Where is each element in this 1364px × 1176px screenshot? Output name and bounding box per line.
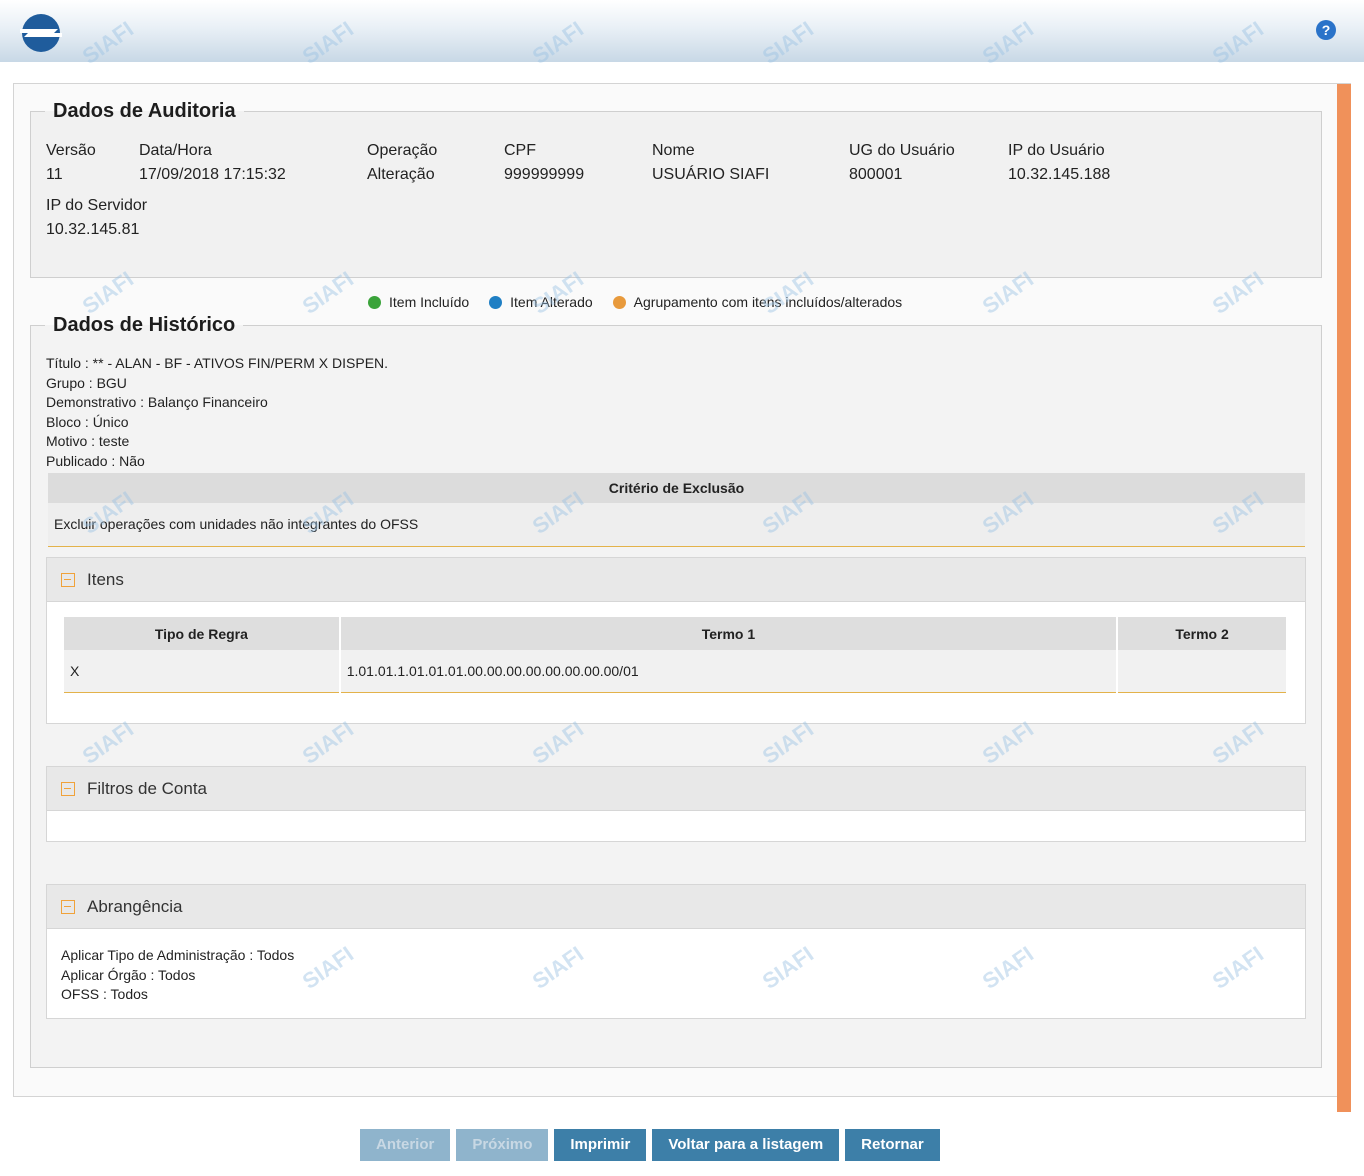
filtros-title: Filtros de Conta: [87, 778, 207, 798]
auditoria-title: Dados de Auditoria: [53, 100, 236, 122]
legend-item-agrupamento: Agrupamento com itens incluídos/alterado…: [612, 294, 903, 310]
abrangencia-line: Aplicar Órgão : Todos: [61, 966, 196, 983]
auditoria-section: Dados de Auditoria: [30, 100, 1322, 278]
field-label: Data/Hora: [139, 142, 212, 159]
table-cell: 1.01.01.1.01.01.01.00.00.00.00.00.00.00.…: [339, 650, 1119, 693]
status-legend: Item Incluído Item Alterado Agrupamento …: [368, 294, 916, 310]
field-versao: Versão 11: [46, 139, 96, 187]
proximo-button[interactable]: Próximo: [456, 1129, 549, 1161]
itens-panel-header[interactable]: Itens: [47, 558, 1305, 602]
column-header: Termo 2: [1117, 617, 1288, 650]
historico-meta: Título : ** - ALAN - BF - ATIVOS FIN/PER…: [46, 354, 388, 472]
collapse-icon[interactable]: [61, 572, 75, 587]
field-value: 11: [46, 166, 63, 183]
legend-item-incluido: Item Incluído: [368, 294, 469, 310]
imprimir-button[interactable]: Imprimir: [554, 1129, 647, 1161]
collapse-icon[interactable]: [61, 781, 75, 796]
meta-grupo: Grupo : BGU: [46, 374, 127, 391]
retornar-button[interactable]: Retornar: [845, 1129, 940, 1161]
field-ug-usuario: UG do Usuário 800001: [849, 139, 955, 187]
field-ip-usuario: IP do Usuário 10.32.145.188: [1008, 139, 1110, 187]
table-header-row: Tipo de Regra Termo 1 Termo 2: [64, 617, 1288, 650]
column-header: Termo 1: [339, 617, 1119, 650]
table-row: X 1.01.01.1.01.01.01.00.00.00.00.00.00.0…: [64, 650, 1288, 693]
field-label: Operação: [367, 142, 438, 159]
field-value: Alteração: [367, 166, 435, 183]
field-operacao: Operação Alteração: [367, 139, 437, 187]
filtros-panel-header[interactable]: Filtros de Conta: [47, 767, 1305, 811]
blue-dot-icon: [489, 295, 503, 309]
field-cpf: CPF 999999999: [504, 139, 584, 187]
criterio-header: Critério de Exclusão: [48, 473, 1305, 503]
field-label: IP do Usuário: [1008, 142, 1105, 159]
column-header: Tipo de Regra: [64, 617, 341, 650]
field-data-hora: Data/Hora 17/09/2018 17:15:32: [139, 139, 286, 187]
filtros-panel: Filtros de Conta: [46, 766, 1306, 842]
abrangencia-title: Abrangência: [87, 896, 183, 916]
abrangencia-panel-header[interactable]: Abrangência: [47, 885, 1305, 929]
field-label: IP do Servidor: [46, 197, 148, 214]
table-cell: [1117, 650, 1288, 693]
collapse-icon[interactable]: [61, 899, 75, 914]
meta-titulo: Título : ** - ALAN - BF - ATIVOS FIN/PER…: [46, 355, 389, 371]
scrollbar[interactable]: [1337, 84, 1351, 1112]
abrangencia-line: OFSS : Todos: [61, 986, 148, 1003]
abrangencia-line: Aplicar Tipo de Administração : Todos: [61, 947, 295, 963]
green-dot-icon: [368, 295, 381, 309]
top-bar: ?: [0, 0, 1364, 62]
legend-label: Agrupamento com itens incluídos/alterado…: [633, 294, 903, 310]
legend-label: Item Alterado: [510, 294, 593, 310]
field-label: Nome: [652, 142, 695, 159]
siafi-logo-icon: [20, 14, 62, 52]
action-bar: Anterior Próximo Imprimir Voltar para a …: [360, 1129, 940, 1161]
table-cell: X: [64, 650, 341, 693]
field-value: 10.32.145.81: [46, 221, 140, 238]
criterio-value: Excluir operações com unidades não integ…: [48, 503, 1305, 547]
field-value: 10.32.145.188: [1008, 166, 1111, 183]
itens-title: Itens: [87, 569, 124, 589]
field-label: Versão: [46, 142, 96, 159]
anterior-button[interactable]: Anterior: [360, 1129, 451, 1161]
help-icon[interactable]: ?: [1316, 20, 1336, 40]
voltar-listagem-button[interactable]: Voltar para a listagem: [652, 1129, 840, 1161]
field-value: 17/09/2018 17:15:32: [139, 166, 286, 183]
meta-motivo: Motivo : teste: [46, 433, 130, 450]
field-ip-servidor: IP do Servidor 10.32.145.81: [46, 194, 147, 242]
legend-item-alterado: Item Alterado: [489, 294, 593, 310]
meta-publicado: Publicado : Não: [46, 452, 145, 469]
field-value: 800001: [849, 166, 903, 183]
orange-dot-icon: [612, 295, 626, 309]
field-label: UG do Usuário: [849, 142, 955, 159]
itens-table: Tipo de Regra Termo 1 Termo 2 X 1.01.01.…: [64, 617, 1288, 693]
historico-title: Dados de Histórico: [53, 314, 236, 336]
abrangencia-body: Aplicar Tipo de Administração : Todos Ap…: [61, 946, 294, 1005]
field-value: USUÁRIO SIAFI: [652, 166, 770, 183]
meta-demonstrativo: Demonstrativo : Balanço Financeiro: [46, 394, 268, 411]
field-label: CPF: [504, 142, 536, 159]
legend-label: Item Incluído: [389, 294, 470, 310]
field-value: 999999999: [504, 166, 585, 183]
field-nome: Nome USUÁRIO SIAFI: [652, 139, 769, 187]
meta-bloco: Bloco : Único: [46, 413, 129, 430]
